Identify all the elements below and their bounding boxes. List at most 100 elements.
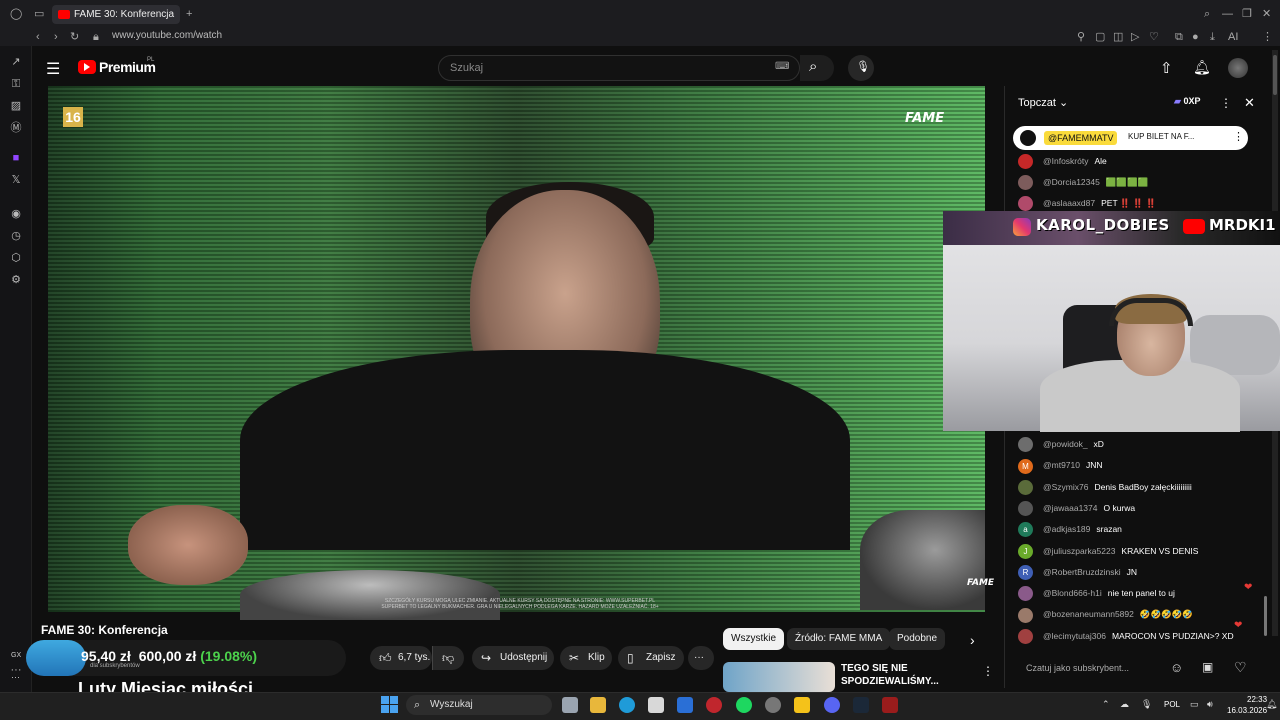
x-icon[interactable]: 𝕏 bbox=[8, 172, 24, 188]
heart-icon[interactable]: ♡ bbox=[1149, 30, 1159, 44]
taskbar-search[interactable]: ⌕ Wyszukaj bbox=[406, 695, 552, 715]
tray-network-icon[interactable]: ▭ bbox=[1190, 699, 1199, 710]
tray-mic-icon[interactable]: 🎙︎ bbox=[1141, 699, 1152, 710]
account-icon[interactable]: ● bbox=[1192, 30, 1199, 44]
points-badge[interactable]: ▰ 0XP bbox=[1174, 96, 1200, 107]
chat-username[interactable]: @juliuszparka5223 bbox=[1043, 546, 1115, 556]
games-icon[interactable]: ▨ bbox=[8, 98, 24, 114]
messenger-icon[interactable]: Ⓜ bbox=[8, 120, 24, 136]
ai-icon[interactable]: AI bbox=[1228, 30, 1238, 44]
player-icon[interactable]: ▷ bbox=[1131, 30, 1139, 44]
chat-username[interactable]: @RobertBruzdzinski bbox=[1043, 567, 1121, 577]
voice-search-button[interactable]: 🎙︎ bbox=[848, 55, 874, 81]
hamburger-menu-icon[interactable]: ☰ bbox=[46, 59, 60, 79]
extensions-sidebar-icon[interactable]: ⬡ bbox=[8, 250, 24, 266]
chat-message[interactable]: @Dorcia12345 🟩🟩🟩🟩 bbox=[1018, 173, 1148, 191]
wallet-icon[interactable]: ⚿ bbox=[8, 76, 24, 92]
chip-related[interactable]: Podobne bbox=[889, 628, 946, 650]
keyboard-icon[interactable]: ⌨ bbox=[775, 61, 789, 72]
chat-message[interactable]: @lecimytutaj306 MAROCON VS PUDZIAN>? XD bbox=[1018, 627, 1234, 645]
app-icon[interactable] bbox=[765, 697, 781, 713]
chat-input[interactable]: Czatuj jako subskrybent... bbox=[1014, 656, 1164, 680]
search-tabs-icon[interactable]: ⌕ bbox=[1204, 7, 1210, 21]
screenshot-icon[interactable]: ▢ bbox=[1095, 30, 1105, 44]
chat-username[interactable]: @Szymix76 bbox=[1043, 482, 1088, 492]
workspaces-icon[interactable]: ▭ bbox=[34, 7, 44, 21]
dislike-button[interactable]: 👎︎ bbox=[432, 646, 464, 670]
chat-scrollbar[interactable] bbox=[1264, 596, 1267, 636]
chat-username[interactable]: @aslaaaxd87 bbox=[1043, 198, 1095, 208]
language-indicator[interactable]: POL bbox=[1164, 700, 1180, 709]
reload-icon[interactable]: ↻ bbox=[70, 30, 79, 44]
clip-button[interactable]: ✂ Klip bbox=[560, 646, 612, 670]
settings-icon[interactable]: ⚙ bbox=[8, 272, 24, 288]
close-window-icon[interactable]: ✕ bbox=[1262, 7, 1271, 21]
chat-menu-icon[interactable]: ⋮ bbox=[1220, 96, 1232, 110]
tab-active[interactable]: FAME 30: Konferencja bbox=[52, 5, 180, 24]
more-actions-button[interactable]: ··· bbox=[688, 646, 714, 670]
chat-username[interactable]: @mt9710 bbox=[1043, 460, 1080, 470]
chat-username[interactable]: @adkjas189 bbox=[1043, 524, 1090, 534]
chat-message[interactable]: @jawaaa1374 O kurwa bbox=[1018, 499, 1135, 517]
camera-icon[interactable]: ◫ bbox=[1113, 30, 1123, 44]
chip-all[interactable]: Wszystkie bbox=[723, 628, 784, 650]
windows-start-icon[interactable] bbox=[381, 696, 398, 713]
extensions-icon[interactable]: ⧉ bbox=[1175, 30, 1183, 44]
new-tab-icon[interactable]: + bbox=[186, 7, 192, 21]
search-input[interactable]: Szukaj bbox=[438, 55, 800, 81]
notification-center-icon[interactable]: 🔔︎ bbox=[1266, 699, 1277, 710]
steam-icon[interactable] bbox=[853, 697, 869, 713]
player-sidebar-icon[interactable]: ◉ bbox=[8, 206, 24, 222]
taskbar-clock[interactable]: 22:33 16.03.2026 bbox=[1227, 694, 1267, 716]
super-chat-icon[interactable]: ▣ bbox=[1202, 660, 1213, 674]
chat-message[interactable]: a @adkjas189 srazan bbox=[1018, 520, 1122, 538]
share-button[interactable]: ↪ Udostępnij bbox=[472, 646, 554, 670]
chat-message[interactable]: @Szymix76 Denis BadBoy załęckiiiiiiiii bbox=[1018, 478, 1192, 496]
chat-username[interactable]: @Infoskróty bbox=[1043, 156, 1088, 166]
pin-icon[interactable]: ⚲ bbox=[1077, 30, 1085, 44]
edge-icon[interactable] bbox=[619, 697, 635, 713]
pinned-user[interactable]: @FAMEMMATV bbox=[1044, 131, 1118, 145]
twitch-icon[interactable]: ■ bbox=[8, 150, 24, 166]
aria-icon[interactable]: ↗ bbox=[8, 54, 24, 70]
tray-cloud-icon[interactable]: ☁ bbox=[1120, 699, 1129, 710]
notifications-bell-icon[interactable]: 🔔︎ bbox=[1193, 59, 1211, 76]
chat-message[interactable]: @bozenaneumann5892 🤣🤣🤣🤣🤣 bbox=[1018, 605, 1193, 623]
back-icon[interactable]: ‹ bbox=[36, 30, 40, 44]
recommended-thumbnail[interactable] bbox=[723, 662, 835, 692]
chat-message[interactable]: R @RobertBruzdzinski JN bbox=[1018, 563, 1137, 581]
chip-source[interactable]: Źródło: FAME MMA bbox=[787, 628, 891, 650]
url-field[interactable]: www.youtube.com/watch bbox=[112, 30, 222, 41]
chat-message[interactable]: @Infoskróty Ale bbox=[1018, 152, 1107, 170]
chat-message[interactable]: @aslaaaxd87 PET ‼️ ‼️ ‼️ bbox=[1018, 194, 1156, 212]
chat-message[interactable]: J @juliuszparka5223 KRAKEN VS DENIS bbox=[1018, 542, 1198, 560]
pinned-menu-icon[interactable]: ⋮ bbox=[1233, 130, 1244, 143]
page-scrollbar-thumb[interactable] bbox=[1273, 55, 1277, 95]
spotify-icon[interactable] bbox=[736, 697, 752, 713]
download-icon[interactable]: ⤓ bbox=[1210, 30, 1215, 44]
chips-next-icon[interactable]: › bbox=[970, 632, 975, 648]
tray-volume-icon[interactable]: 🔊︎ bbox=[1207, 699, 1213, 710]
chat-username[interactable]: @lecimytutaj306 bbox=[1043, 631, 1106, 641]
forward-icon[interactable]: › bbox=[54, 30, 58, 44]
minimize-icon[interactable]: — bbox=[1222, 7, 1233, 21]
chat-username[interactable]: @jawaaa1374 bbox=[1043, 503, 1097, 513]
menu-icon[interactable]: ⋮ bbox=[1262, 30, 1273, 44]
chat-username[interactable]: @powidok_ bbox=[1043, 439, 1088, 449]
shield-icon[interactable] bbox=[882, 697, 898, 713]
heart-reaction-icon[interactable]: ♡ bbox=[1234, 659, 1247, 676]
discord-icon[interactable] bbox=[824, 697, 840, 713]
store-icon[interactable] bbox=[648, 697, 664, 713]
maximize-icon[interactable]: ❐ bbox=[1242, 7, 1252, 21]
search-button[interactable]: ⌕ bbox=[800, 55, 834, 81]
mail-icon[interactable] bbox=[677, 697, 693, 713]
history-icon[interactable]: ◷ bbox=[8, 228, 24, 244]
recommended-title[interactable]: TEGO SIĘ NIE SPODZIEWALIŚMY... bbox=[841, 662, 961, 688]
chat-mode-dropdown[interactable]: Topczat ⌄ bbox=[1018, 96, 1068, 109]
chat-username[interactable]: @Blond666-h1i bbox=[1043, 588, 1102, 598]
chat-username[interactable]: @bozenaneumann5892 bbox=[1043, 609, 1134, 619]
file-explorer-icon[interactable] bbox=[590, 697, 606, 713]
editor-icon[interactable] bbox=[794, 697, 810, 713]
chat-message[interactable]: @powidok_ xD bbox=[1018, 435, 1104, 453]
task-view-icon[interactable] bbox=[562, 697, 578, 713]
